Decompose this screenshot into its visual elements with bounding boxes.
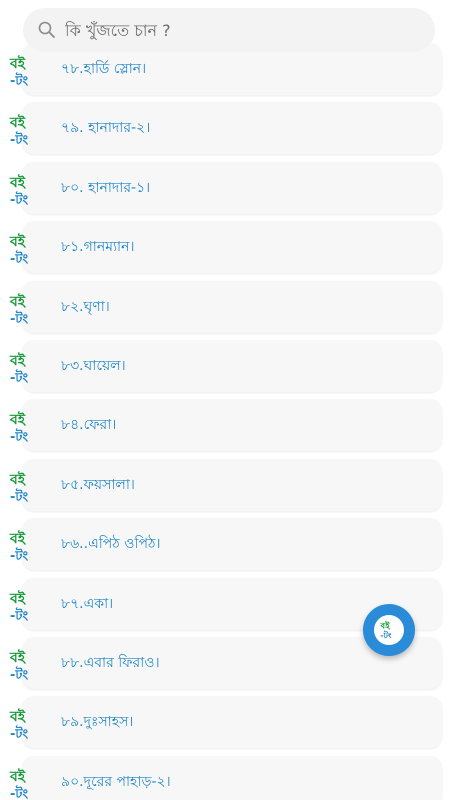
logo-text-top: বই: [9, 173, 27, 191]
boi-tong-logo-icon: বই -টং: [8, 291, 38, 327]
logo-text-bottom: -টং: [10, 369, 28, 386]
logo-text-top: বই: [9, 767, 27, 785]
boi-tong-logo-icon: বই -টং: [8, 706, 38, 742]
logo-text-bottom: -টং: [380, 629, 392, 640]
list-item-label: ৮৭.একা।: [61, 595, 114, 612]
logo-text-bottom: -টং: [10, 131, 28, 148]
search-bar[interactable]: [23, 8, 435, 52]
logo-text-bottom: -টং: [10, 428, 28, 445]
boi-tong-logo-icon: বই -টং: [8, 766, 38, 800]
logo-text-bottom: -টং: [10, 72, 28, 89]
logo-text-bottom: -টং: [10, 607, 28, 624]
boi-tong-logo-icon: বই -টং: [8, 112, 38, 148]
book-list[interactable]: বই -টং ৭৮.হার্ডি স্লোন। বই -টং ৭৯. হানাদার-২।…: [0, 0, 450, 800]
boi-tong-logo-icon: বই -টং: [8, 588, 38, 624]
floating-action-button[interactable]: বই -টং: [363, 604, 415, 656]
boi-tong-logo-icon: বই -টং: [8, 647, 38, 683]
logo-text-top: বই: [9, 292, 27, 310]
list-item-label: ৮৪.ফেরা।: [61, 417, 117, 434]
logo-text-bottom: -টং: [10, 547, 28, 564]
logo-text-top: বই: [9, 351, 27, 369]
boi-tong-logo-icon: বই -টং: [8, 528, 38, 564]
list-item-label: ৮০. হানাদার-১।: [61, 179, 151, 196]
list-item-label: ৮৮.এবার ফিরাও।: [61, 655, 160, 671]
logo-text-top: বই: [9, 470, 27, 488]
logo-text-top: বই: [9, 410, 27, 428]
list-item[interactable]: বই -টং ৭৯. হানাদার-২।: [0, 102, 450, 155]
logo-text-bottom: -টং: [10, 191, 28, 208]
list-item[interactable]: বই -টং ৯০.দূরের পাহাড়-২।: [0, 755, 450, 800]
list-item[interactable]: বই -টং ৮৩.ঘায়েল।: [0, 340, 450, 392]
boi-tong-logo-icon: বই -টং: [374, 615, 404, 645]
boi-tong-logo-icon: বই -টং: [8, 231, 38, 267]
logo-text-bottom: -টং: [10, 725, 28, 742]
logo-text-top: বই: [9, 54, 27, 72]
boi-tong-logo-icon: বই -টং: [8, 53, 38, 89]
logo-text-bottom: -টং: [10, 250, 28, 267]
list-item[interactable]: বই -টং ৮৯.দুঃসাহস।: [0, 696, 450, 749]
logo-text-top: বই: [9, 648, 27, 666]
list-item-label: ৮৬..এপিঠ ওপিঠ।: [61, 536, 161, 553]
logo-text-bottom: -টং: [10, 310, 28, 327]
list-item-label: ৮১.গানম্যান।: [61, 239, 135, 256]
search-icon: [37, 20, 57, 40]
logo-text-top: বই: [9, 589, 27, 607]
boi-tong-logo-icon: বই -টং: [8, 469, 38, 505]
list-item-label: ৮৯.দুঃসাহস।: [61, 714, 134, 731]
list-item-label: ৮২.ঘৃণা।: [61, 298, 110, 315]
boi-tong-logo-icon: বই -টং: [8, 350, 38, 386]
list-item[interactable]: বই -টং ৮১.গানম্যান।: [0, 221, 450, 274]
search-input[interactable]: [65, 20, 395, 40]
logo-text-bottom: -টং: [10, 785, 28, 800]
boi-tong-logo-icon: বই -টং: [8, 409, 38, 445]
screen: বই -টং ৭৮.হার্ডি স্লোন। বই -টং ৭৯. হানাদার-২।…: [0, 0, 450, 800]
list-item-label: ৮৩.ঘায়েল।: [61, 358, 126, 374]
logo-text-top: বই: [9, 232, 27, 250]
list-item[interactable]: বই -টং ৮০. হানাদার-১।: [0, 161, 450, 214]
logo-text-bottom: -টং: [10, 666, 28, 683]
list-item-label: ৮৫.ফয়সালা।: [61, 476, 135, 493]
logo-text-top: বই: [9, 707, 27, 725]
list-item[interactable]: বই -টং ৮৫.ফয়সালা।: [0, 458, 450, 511]
logo-text-top: বই: [379, 620, 391, 632]
logo-text-top: বই: [9, 113, 27, 131]
list-item-label: ৭৯. হানাদার-২।: [61, 120, 151, 137]
logo-text-top: বই: [9, 529, 27, 547]
list-item[interactable]: বই -টং ৮২.ঘৃণা।: [0, 280, 450, 333]
logo-text-bottom: -টং: [10, 488, 28, 505]
list-item[interactable]: বই -টং ৮৪.ফেরা।: [0, 399, 450, 452]
list-item-label: ৯০.দূরের পাহাড়-২।: [61, 773, 171, 790]
list-item[interactable]: বই -টং ৮৬..এপিঠ ওপিঠ।: [0, 518, 450, 571]
boi-tong-logo-icon: বই -টং: [8, 172, 38, 208]
